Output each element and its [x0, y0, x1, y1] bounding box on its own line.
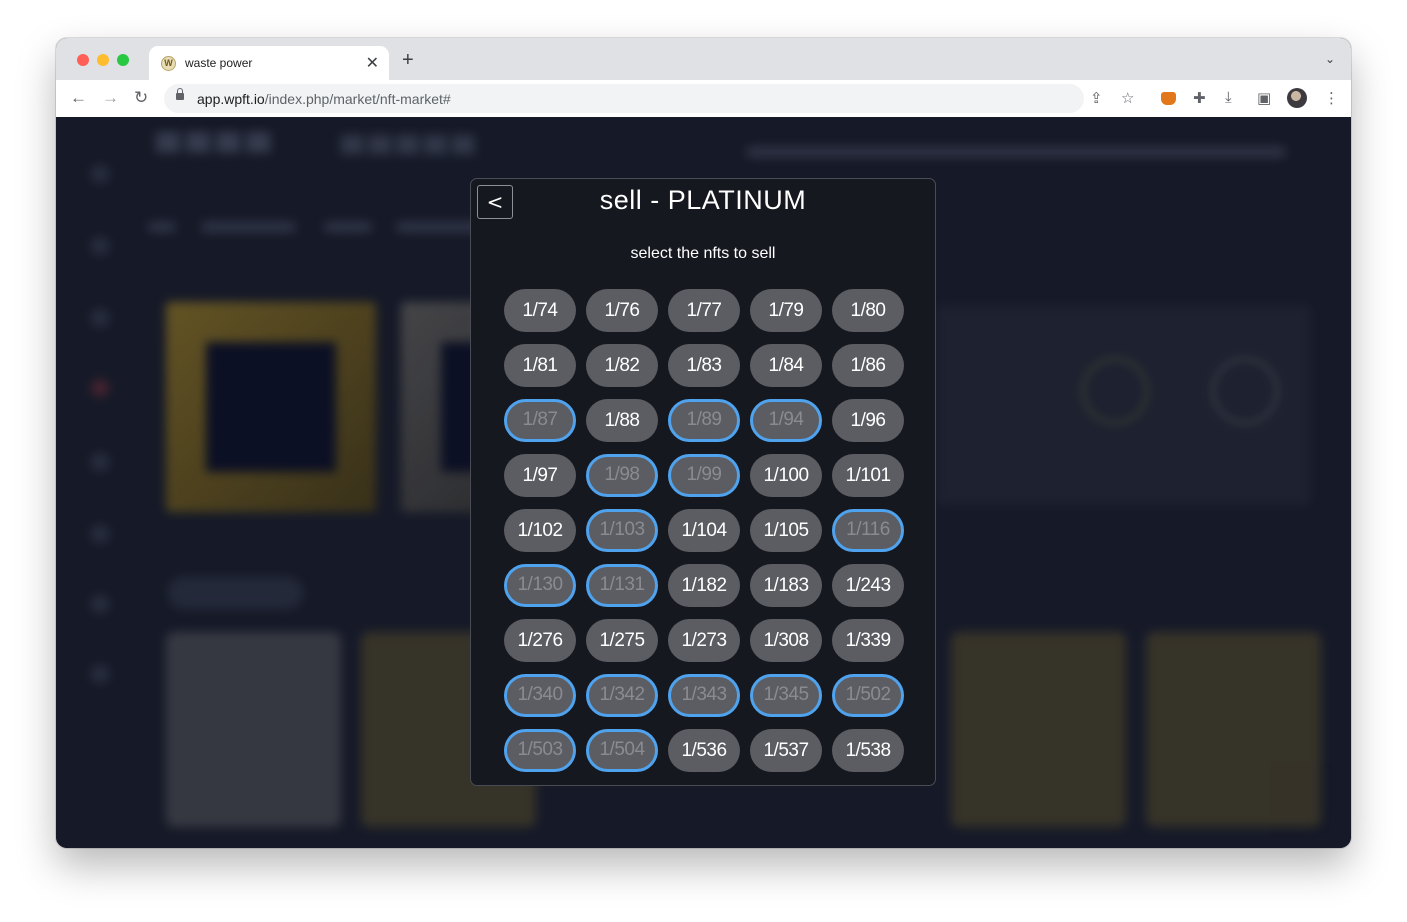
nft-token-button[interactable]: 1/504: [586, 729, 658, 772]
nft-token-button[interactable]: 1/343: [668, 674, 740, 717]
nft-token-button[interactable]: 1/98: [586, 454, 658, 497]
nft-token-button[interactable]: 1/100: [750, 454, 822, 497]
nft-token-button[interactable]: 1/131: [586, 564, 658, 607]
blurred-sidebar-icon: [91, 309, 109, 327]
nft-token-button[interactable]: 1/102: [504, 509, 576, 552]
blurred-gauge: [1211, 357, 1279, 425]
sell-modal: < sell - PLATINUM select the nfts to sel…: [470, 178, 936, 786]
nft-token-button[interactable]: 1/103: [586, 509, 658, 552]
side-panel-icon[interactable]: ▣: [1257, 89, 1271, 107]
nft-token-button[interactable]: 1/537: [750, 729, 822, 772]
new-tab-icon[interactable]: +: [402, 49, 414, 72]
blurred-sidebar-icon: [91, 379, 109, 397]
nft-token-button[interactable]: 1/86: [832, 344, 904, 387]
blurred-tile: [1146, 632, 1321, 827]
nft-token-button[interactable]: 1/183: [750, 564, 822, 607]
zoom-window-button[interactable]: [117, 54, 129, 66]
forward-arrow-icon[interactable]: →: [102, 88, 119, 108]
nft-token-button[interactable]: 1/502: [832, 674, 904, 717]
blurred-card: [166, 302, 376, 512]
blurred-nav: [324, 222, 372, 232]
blurred-logo: ▀▀▀▀: [156, 133, 277, 171]
blurred-sidebar-icon: [91, 237, 109, 255]
nft-token-button[interactable]: 1/538: [832, 729, 904, 772]
nft-token-button[interactable]: 1/82: [586, 344, 658, 387]
nft-token-button[interactable]: 1/503: [504, 729, 576, 772]
site-favicon-icon: W: [161, 56, 176, 71]
nft-token-button[interactable]: 1/87: [504, 399, 576, 442]
blurred-sidebar-icon: [91, 665, 109, 683]
blurred-tile: [951, 632, 1126, 827]
nft-token-button[interactable]: 1/80: [832, 289, 904, 332]
blurred-nav: [746, 147, 1286, 157]
share-icon[interactable]: ⇪: [1090, 89, 1103, 107]
nft-token-button[interactable]: 1/89: [668, 399, 740, 442]
modal-title: sell - PLATINUM: [599, 185, 807, 215]
tab-title: waste power: [185, 56, 253, 70]
tab-close-icon[interactable]: ✕: [366, 53, 379, 73]
nft-token-button[interactable]: 1/79: [750, 289, 822, 332]
blurred-nav: [148, 222, 176, 232]
bookmark-star-icon[interactable]: ☆: [1121, 89, 1134, 107]
nft-token-button[interactable]: 1/116: [832, 509, 904, 552]
nft-token-button[interactable]: 1/339: [832, 619, 904, 662]
nft-token-button[interactable]: 1/275: [586, 619, 658, 662]
browser-toolbar: ← → ↻ app.wpft.io/index.php/market/nft-m…: [56, 80, 1351, 118]
extensions-puzzle-icon[interactable]: ✚: [1193, 89, 1206, 107]
page-viewport: ▀▀▀▀ ▀▀▀▀▀ < sell - PLATINUM select the …: [56, 117, 1351, 848]
metamask-extension-icon[interactable]: [1161, 92, 1176, 105]
url-text: app.wpft.io/index.php/market/nft-market#: [197, 91, 451, 107]
nft-token-button[interactable]: 1/342: [586, 674, 658, 717]
nft-token-button[interactable]: 1/273: [668, 619, 740, 662]
tab-search-chevron-icon[interactable]: ⌄: [1325, 52, 1335, 66]
url-host: app.wpft.io: [197, 91, 265, 107]
nft-token-button[interactable]: 1/536: [668, 729, 740, 772]
nft-token-button[interactable]: 1/101: [832, 454, 904, 497]
blurred-sidebar-icon: [91, 165, 109, 183]
nft-token-button[interactable]: 1/81: [504, 344, 576, 387]
blurred-sidebar-icon: [91, 525, 109, 543]
browser-tab[interactable]: W waste power ✕: [149, 46, 389, 80]
nft-token-button[interactable]: 1/77: [668, 289, 740, 332]
back-arrow-icon[interactable]: ←: [70, 88, 87, 108]
nft-token-button[interactable]: 1/276: [504, 619, 576, 662]
blurred-tile: [166, 632, 341, 827]
blurred-sidebar-icon: [91, 453, 109, 471]
blurred-gauge: [1081, 357, 1149, 425]
nft-token-button[interactable]: 1/308: [750, 619, 822, 662]
nft-token-button[interactable]: 1/340: [504, 674, 576, 717]
reload-icon[interactable]: ↻: [134, 88, 148, 108]
nft-token-button[interactable]: 1/243: [832, 564, 904, 607]
nft-token-button[interactable]: 1/96: [832, 399, 904, 442]
blurred-sidebar-icon: [91, 595, 109, 613]
browser-window: W waste power ✕ + ⌄ ← → ↻ app.wpft.io/in…: [56, 38, 1351, 848]
nft-token-button[interactable]: 1/83: [668, 344, 740, 387]
nft-token-button[interactable]: 1/74: [504, 289, 576, 332]
minimize-window-button[interactable]: [97, 54, 109, 66]
nft-token-button[interactable]: 1/105: [750, 509, 822, 552]
nft-token-button[interactable]: 1/84: [750, 344, 822, 387]
nft-token-button[interactable]: 1/97: [504, 454, 576, 497]
nft-token-button[interactable]: 1/99: [668, 454, 740, 497]
nft-token-button[interactable]: 1/76: [586, 289, 658, 332]
nft-token-button[interactable]: 1/104: [668, 509, 740, 552]
nft-token-button[interactable]: 1/182: [668, 564, 740, 607]
lock-icon[interactable]: [176, 88, 184, 100]
nft-token-button[interactable]: 1/94: [750, 399, 822, 442]
blurred-nav: [201, 222, 296, 232]
close-window-button[interactable]: [77, 54, 89, 66]
nft-token-button[interactable]: 1/345: [750, 674, 822, 717]
download-icon[interactable]: ⤓: [1225, 89, 1232, 106]
kebab-menu-icon[interactable]: ⋮: [1324, 89, 1339, 107]
tab-strip: W waste power ✕ + ⌄: [56, 38, 1351, 80]
profile-avatar[interactable]: [1287, 88, 1307, 108]
blurred-pill: [168, 577, 303, 609]
nft-grid: 1/74 1/76 1/77 1/79 1/80 1/81 1/82 1/83 1/84 1/86…: [504, 289, 904, 772]
modal-instruction: select the nfts to sell: [630, 245, 776, 262]
address-bar[interactable]: app.wpft.io/index.php/market/nft-market#: [164, 84, 1084, 113]
url-path: /index.php/market/nft-market#: [264, 91, 451, 107]
nft-token-button[interactable]: 1/88: [586, 399, 658, 442]
blurred-heading: ▀▀▀▀▀: [341, 135, 480, 171]
nft-token-button[interactable]: 1/130: [504, 564, 576, 607]
